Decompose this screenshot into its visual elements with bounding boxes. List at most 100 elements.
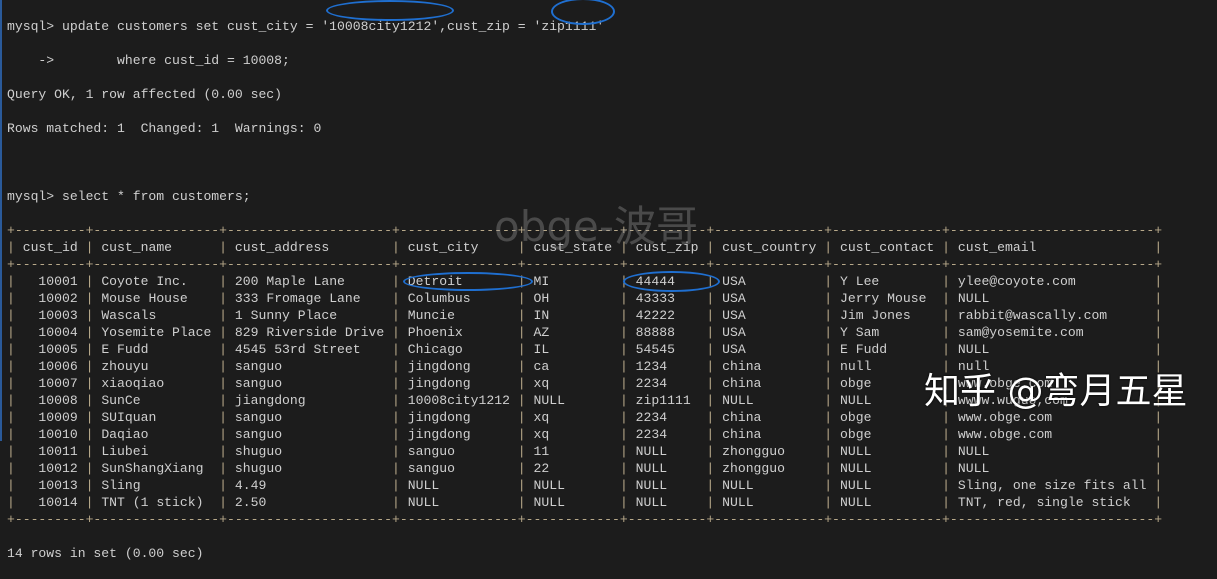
table-cell: NULL xyxy=(407,478,510,493)
table-cell: 333 Fromage Lane xyxy=(234,291,385,306)
cell-separator: | xyxy=(384,325,408,340)
cell-separator: | xyxy=(816,427,840,442)
table-cell: 10012 xyxy=(22,461,78,476)
table-cell: NULL xyxy=(957,461,1147,476)
table-cell: 10001 xyxy=(22,274,78,289)
cell-separator: | xyxy=(384,308,408,323)
table-cell: null xyxy=(840,359,935,374)
cell-separator: | xyxy=(7,240,23,255)
column-header: cust_name xyxy=(101,240,212,255)
table-row: | 10003 | Wascals | 1 Sunny Place | Munc… xyxy=(7,307,1162,324)
cell-separator: | xyxy=(211,325,235,340)
cell-separator: | xyxy=(384,359,408,374)
cell-separator: | xyxy=(816,359,840,374)
table-cell: zip1111 xyxy=(635,393,699,408)
cell-separator: | xyxy=(211,240,235,255)
table-cell: Jim Jones xyxy=(840,308,935,323)
cell-separator: | xyxy=(77,478,102,493)
cell-separator: | xyxy=(7,478,23,493)
table-cell: 2.50 xyxy=(234,495,385,510)
cell-separator: | xyxy=(816,410,840,425)
table-cell: Mouse House xyxy=(101,291,212,306)
table-cell: NULL xyxy=(840,393,935,408)
cell-separator: | xyxy=(816,325,840,340)
table-cell: zhongguo xyxy=(722,444,817,459)
table-cell: 88888 xyxy=(635,325,699,340)
cell-separator: | xyxy=(612,308,636,323)
table-cell: zhongguo xyxy=(722,461,817,476)
cell-separator: | xyxy=(211,376,235,391)
cell-separator: | xyxy=(77,376,102,391)
cell-separator: | xyxy=(77,308,102,323)
cell-separator: | xyxy=(509,325,534,340)
column-header: cust_address xyxy=(234,240,385,255)
cell-separator: | xyxy=(77,240,102,255)
table-cell: NULL xyxy=(635,444,699,459)
cell-separator: | xyxy=(7,274,23,289)
table-cell: NULL xyxy=(840,478,935,493)
table-row: | 10012 | SunShangXiang | shuguo | sangu… xyxy=(7,460,1162,477)
table-cell: NULL xyxy=(533,393,613,408)
table-cell: NULL xyxy=(533,478,613,493)
cell-separator: | xyxy=(934,325,958,340)
table-cell: NULL xyxy=(722,393,817,408)
table-cell: NULL xyxy=(533,495,613,510)
table-cell: NULL xyxy=(840,495,935,510)
cell-separator: | xyxy=(7,342,23,357)
table-cell: OH xyxy=(533,291,613,306)
cell-separator: | xyxy=(698,393,723,408)
cell-separator: | xyxy=(211,495,235,510)
table-cell: Y Sam xyxy=(840,325,935,340)
cell-separator: | xyxy=(934,274,958,289)
cell-separator: | xyxy=(7,461,23,476)
cell-separator: | xyxy=(1146,240,1163,255)
cell-separator: | xyxy=(612,461,636,476)
column-header: cust_id xyxy=(22,240,78,255)
table-cell: SunShangXiang xyxy=(101,461,212,476)
cell-separator: | xyxy=(1146,291,1163,306)
table-cell: NULL xyxy=(957,342,1147,357)
cell-separator: | xyxy=(698,325,723,340)
cell-separator: | xyxy=(7,444,23,459)
table-cell: NULL xyxy=(957,291,1147,306)
cell-separator: | xyxy=(77,444,102,459)
cell-separator: | xyxy=(77,461,102,476)
table-cell: Muncie xyxy=(407,308,510,323)
table-cell: 10014 xyxy=(22,495,78,510)
table-cell: MI xyxy=(533,274,613,289)
cell-separator: | xyxy=(816,291,840,306)
query-result: Query OK, 1 row affected (0.00 sec) xyxy=(7,87,283,102)
cell-separator: | xyxy=(698,444,723,459)
cell-separator: | xyxy=(816,393,840,408)
cell-separator: | xyxy=(612,359,636,374)
table-cell: 10009 xyxy=(22,410,78,425)
table-cell: NULL xyxy=(635,495,699,510)
table-cell: Chicago xyxy=(407,342,510,357)
table-cell: TNT, red, single stick xyxy=(957,495,1147,510)
table-cell: NULL xyxy=(407,495,510,510)
cell-separator: | xyxy=(384,393,408,408)
table-cell: 43333 xyxy=(635,291,699,306)
highlight-oval xyxy=(326,0,454,21)
table-cell: jiangdong xyxy=(234,393,385,408)
table-cell: sam@yosemite.com xyxy=(957,325,1147,340)
cell-separator: | xyxy=(384,291,408,306)
cell-separator: | xyxy=(384,444,408,459)
table-cell: USA xyxy=(722,342,817,357)
table-cell: Jerry Mouse xyxy=(840,291,935,306)
cell-separator: | xyxy=(816,444,840,459)
cell-separator: | xyxy=(211,274,235,289)
table-cell: xq xyxy=(533,376,613,391)
table-cell: china xyxy=(722,376,817,391)
table-row: | 10010 | Daqiao | sanguo | jingdong | x… xyxy=(7,426,1162,443)
cell-separator: | xyxy=(1146,444,1163,459)
cell-separator: | xyxy=(211,342,235,357)
table-cell: sanguo xyxy=(407,444,510,459)
cell-separator: | xyxy=(612,342,636,357)
cell-separator: | xyxy=(509,478,534,493)
table-cell: obge xyxy=(840,427,935,442)
terminal-output[interactable]: mysql> update customers set cust_city = … xyxy=(7,1,1162,579)
cell-separator: | xyxy=(1146,342,1163,357)
cell-separator: | xyxy=(384,240,408,255)
